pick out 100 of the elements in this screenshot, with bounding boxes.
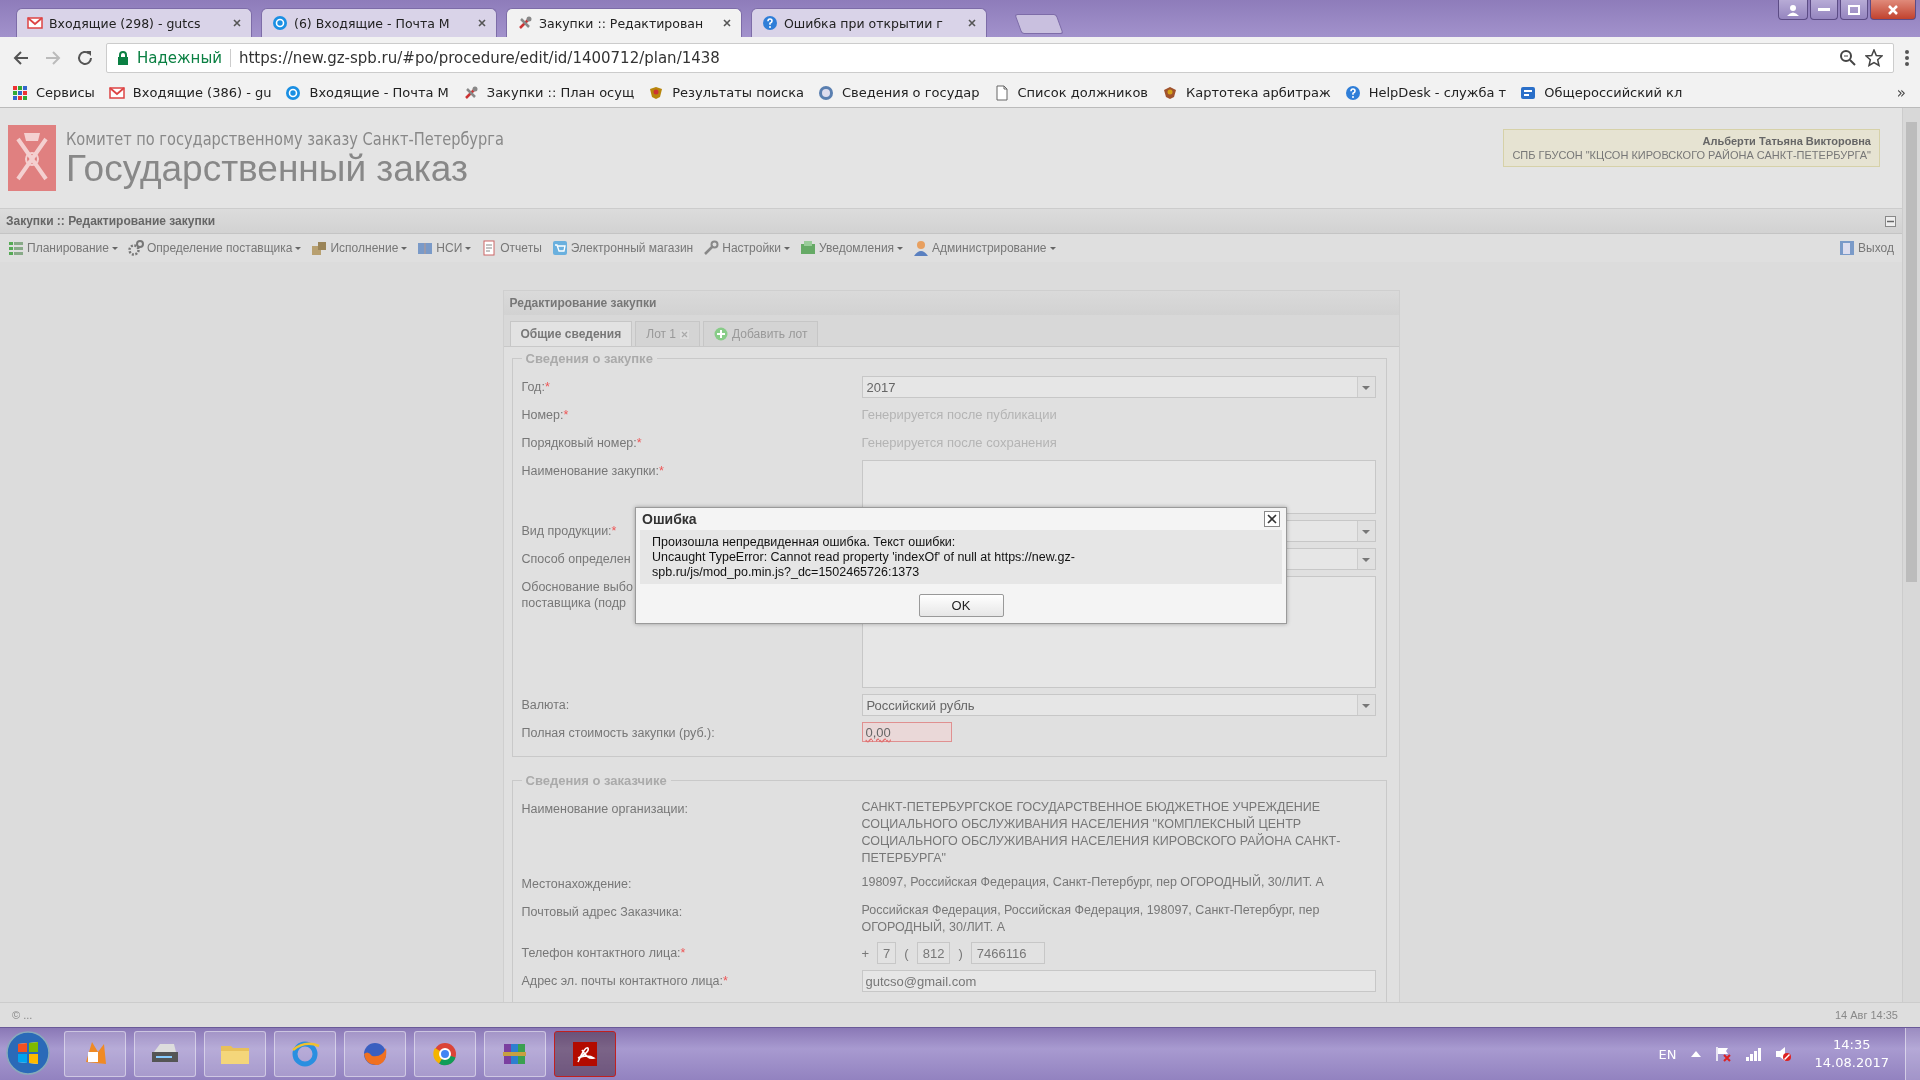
ok-button[interactable]: OK [918,594,1004,617]
apps-icon [12,84,28,101]
address-bar[interactable]: Надежный https://new.gz-spb.ru/#po/procedure/edit/id/1400712/plan/1438 [106,42,1894,73]
bookmark[interactable]: Входящие (386) - gu [102,81,278,104]
menu-item[interactable]: Отчеты [477,238,546,258]
amount-field[interactable]: 0,00 [861,722,952,742]
language-indicator[interactable]: EN [1658,1046,1677,1062]
field-value: Российская Федерация, Российская Федерация, 198097, Санкт-Петербург, пер ОГОРОДНЫЙ, 30/ЛИТ. А [861,902,1321,936]
muted-speaker-icon[interactable] [1774,1046,1791,1062]
close-button[interactable] [1264,511,1280,527]
forward-icon [44,48,62,67]
inbox-icon [800,240,817,256]
browser-tab[interactable]: (6) Входящие - Почта М [261,8,497,37]
tools-icon [517,15,533,31]
signal-icon[interactable] [1744,1046,1761,1062]
collapse-icon[interactable] [1885,215,1896,227]
field-label: Год:* [521,379,550,395]
field-label: Телефон контактного лица:* [521,945,686,961]
bookmark[interactable]: HelpDesk - служба т [1338,81,1513,104]
field-value: САНКТ-ПЕТЕРБУРГСКОЕ ГОСУДАРСТВЕННОЕ БЮДЖЕТНОЕ УЧРЕЖДЕНИЕ СОЦИАЛЬНОГО ОБСЛУЖИВАНИЯ НАСЕЛЕНИЯ "КОМПЛЕКСНЫЙ ЦЕНТР СОЦИАЛЬНОГО ОБСЛУЖИВАНИЯ НАСЕЛЕНИЯ КИРОВСКОГО РАЙОНА САНКТ-ПЕТЕРБУРГА" [861,799,1342,867]
dropdown-field[interactable]: 2017 [861,376,1376,398]
book-icon [417,240,434,256]
emblem-icon [648,84,665,101]
status-datetime: 14 Авг 14:35 [1834,1009,1898,1021]
field-value: 198097, Российская Федерация, Санкт-Петербург, пер ОГОРОДНЫЙ, 30/ЛИТ. А [861,873,1325,891]
minimize-button[interactable] [1810,0,1838,20]
start-button[interactable] [4,1030,52,1078]
envelope-icon [108,84,125,101]
profile-icon [1786,3,1800,16]
bookmark[interactable]: Общероссийский кл [1514,81,1689,104]
phone-field[interactable]: 7466116 [970,942,1045,964]
profile-button[interactable] [1778,0,1808,20]
browser-tab[interactable]: Закупки :: Редактирован [506,8,742,37]
field-label: Номер:* [521,407,569,423]
emblem-logo-icon [8,125,56,191]
caret-icon [295,246,302,250]
door-icon [1839,240,1856,256]
menu-item[interactable]: Уведомления [796,238,908,258]
clock-time[interactable]: 14:35 [1833,1036,1871,1054]
bookmark[interactable]: Закупки :: План осущ [456,81,641,104]
close-icon[interactable] [966,17,978,29]
menu-item[interactable]: Электронный магазин [547,238,698,258]
browser-tab[interactable]: Входящие (298) - gutcs [16,8,252,37]
gears-icon [127,240,144,256]
menu-item[interactable]: Исполнение [307,238,412,258]
menu-item[interactable]: Планирование [4,238,122,258]
bookmark[interactable]: Результаты поиска [642,81,810,104]
document-icon [481,240,498,256]
form-tab[interactable]: Общие сведения [509,321,633,346]
input-field[interactable]: gutcso@gmail.com [861,970,1376,992]
logout-button[interactable]: Выход [1835,238,1898,258]
browser-tab[interactable]: Ошибка при открытии г [751,8,987,37]
bookmark[interactable]: Картотека арбитраж [1156,81,1337,104]
field-label: Наименование организации: [521,801,688,817]
caret-icon [111,246,118,250]
url-text: https://new.gz-spb.ru/#po/procedure/edit/id/1400712/plan/1438 [239,48,721,67]
menu-item[interactable]: Администрирование [909,238,1060,258]
scrollbar[interactable] [1902,108,1920,1002]
new-tab-button[interactable] [1014,14,1064,34]
question-icon [762,15,778,31]
scrollbar-thumb[interactable] [1906,122,1917,582]
badge-icon [1520,84,1537,101]
caret-icon [784,246,791,250]
taskbar-button[interactable] [554,1031,616,1077]
maximize-icon [1847,3,1861,16]
close-icon[interactable] [231,17,243,29]
close-icon[interactable] [721,17,733,29]
field-label: Местонахождение: [521,876,632,892]
menu-item[interactable]: Определение поставщика [123,238,306,258]
close-icon[interactable] [476,17,488,29]
bookmark[interactable]: Список должников [987,81,1155,104]
field-label: Адрес эл. почты контактного лица:* [521,973,728,989]
maximize-button[interactable] [1840,0,1868,20]
phone-separator: ) [958,945,963,961]
bookmark[interactable]: Сервисы [6,81,101,104]
dropdown-field[interactable]: Российский рубль [861,694,1376,716]
phone-field[interactable]: 7 [877,942,897,964]
boxes-icon [311,240,328,256]
caret-icon [465,246,472,250]
caret-up-icon[interactable] [1690,1051,1701,1057]
star-icon[interactable] [1865,48,1883,67]
more-icon[interactable] [1904,48,1910,67]
clock-date[interactable]: 14.08.2017 [1814,1054,1889,1072]
close-button[interactable] [1870,0,1916,20]
bookmark[interactable]: Сведения о государ [812,81,986,104]
reload-icon [76,48,94,67]
search-icon[interactable] [1839,48,1857,67]
bookmark[interactable]: Входящие - Почта М [279,81,455,104]
menu-item[interactable]: Настройки [699,238,795,258]
phone-field[interactable]: 812 [916,942,951,964]
flag-icon[interactable] [1714,1046,1731,1062]
field-label: Почтовый адрес Заказчика: [521,904,683,920]
close-icon [1266,513,1278,525]
field-label: Валюта: [521,697,570,713]
field-label: Наименование закупки:* [521,463,664,479]
overflow-chevron[interactable]: » [1888,83,1914,102]
lock-icon [117,50,129,65]
menu-item[interactable]: НСИ [413,238,476,258]
field-label: Порядковый номер:* [521,435,642,451]
close-icon [1886,3,1900,16]
